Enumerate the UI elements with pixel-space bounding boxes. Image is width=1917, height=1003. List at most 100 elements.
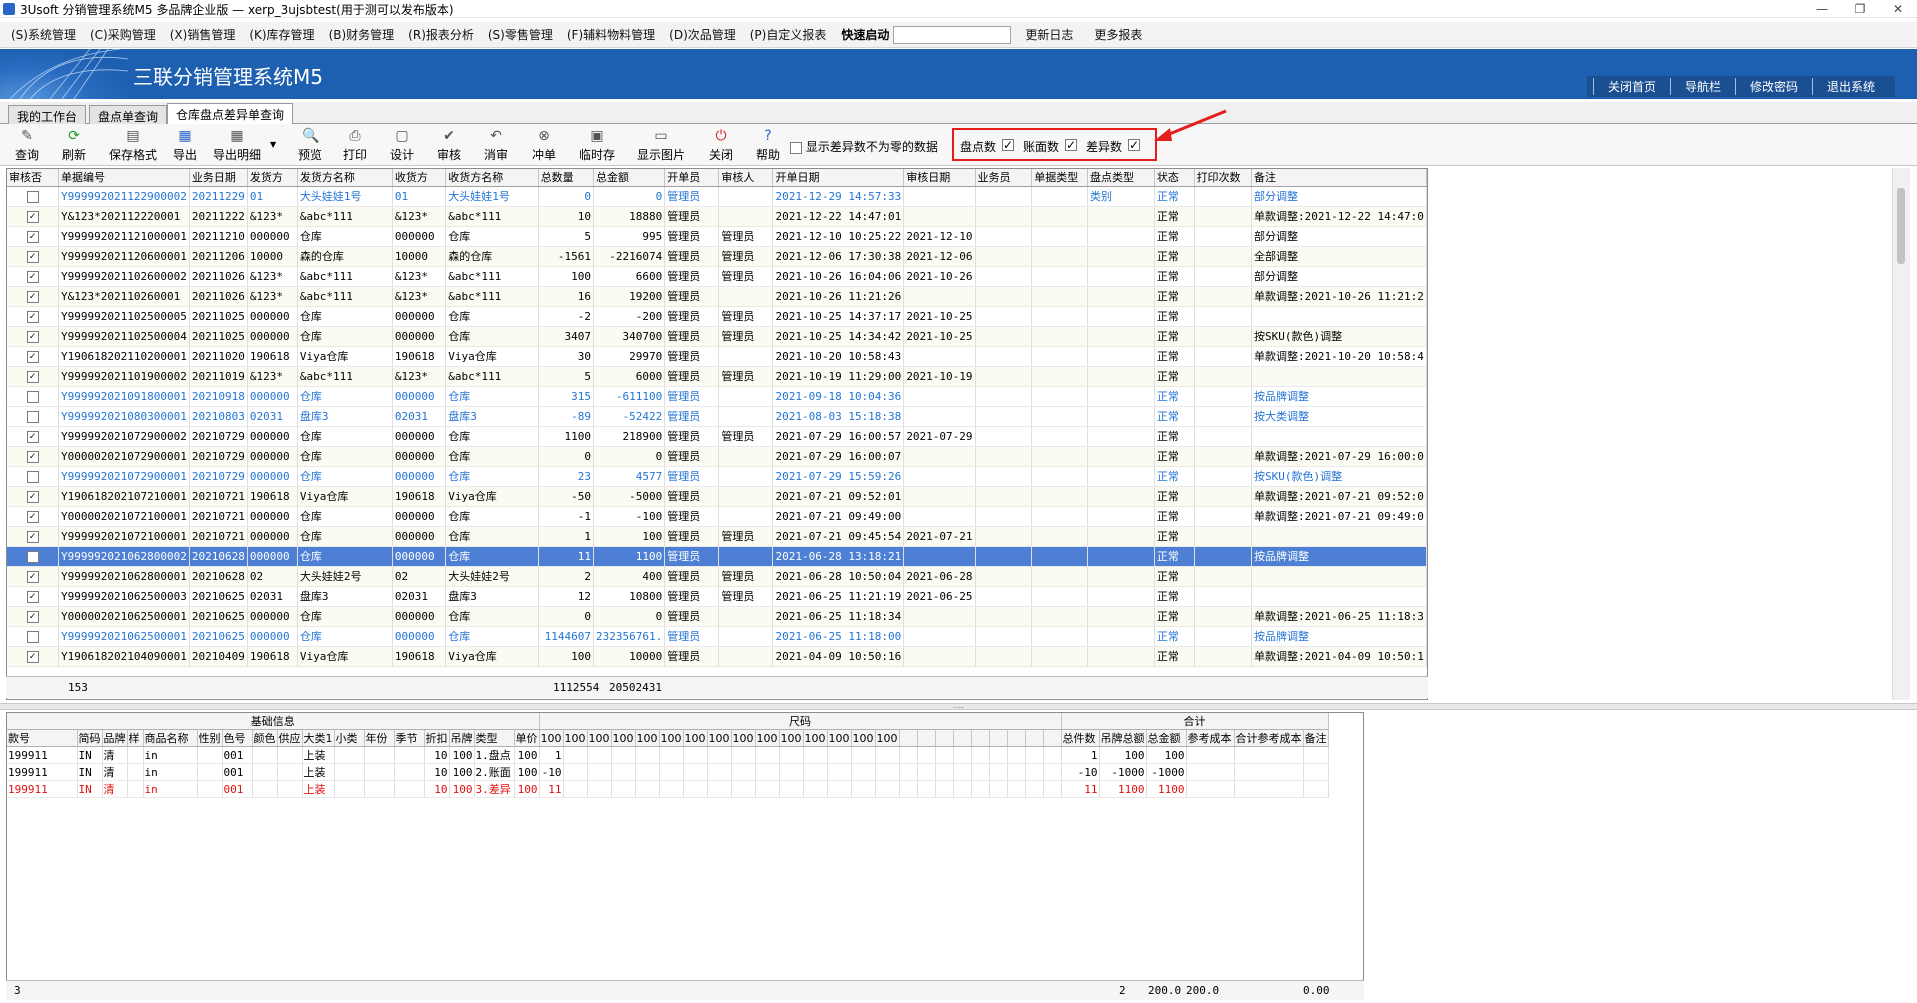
detail-column-header[interactable]: 品牌: [102, 729, 128, 747]
checked-icon[interactable]: ✓: [26, 210, 39, 223]
minimize-button[interactable]: —: [1811, 2, 1833, 16]
table-row[interactable]: ✓ Y&123*202110260001 20211026 &123* &abc*111…: [7, 286, 1427, 307]
column-header[interactable]: 总金额: [593, 169, 666, 187]
detail-column-header[interactable]: 季节: [394, 729, 425, 747]
checked-icon[interactable]: ✓: [26, 590, 39, 603]
size-column-header[interactable]: 100: [731, 729, 756, 747]
change-password-link[interactable]: 修改密码: [1734, 78, 1812, 95]
approved-checkbox-cell[interactable]: ✓: [7, 306, 59, 327]
table-row[interactable]: ✓ Y999992021120600001 20211206 10000 森的仓库 100…: [7, 246, 1427, 267]
total-column-header[interactable]: 备注: [1303, 729, 1329, 747]
table-row[interactable]: Y999992021062800002 20210628 000000 仓库 00000…: [7, 546, 1427, 567]
checked-icon[interactable]: ✓: [26, 370, 39, 383]
column-header[interactable]: 备注: [1251, 169, 1427, 187]
show-image-button[interactable]: ▭ 显示图片: [635, 128, 687, 164]
export-detail-button[interactable]: ▦ 导出明细: [211, 128, 263, 164]
approved-checkbox-cell[interactable]: [7, 466, 59, 487]
approved-checkbox-cell[interactable]: [7, 186, 59, 207]
checked-icon[interactable]: ✓: [26, 350, 39, 363]
table-row[interactable]: Y999992021091800001 20210918 000000 仓库 00000…: [7, 386, 1427, 407]
checked-icon[interactable]: ✓: [26, 570, 39, 583]
table-row[interactable]: ✓ Y999992021101900002 20211019 &123* &abc*11…: [7, 366, 1427, 387]
show-nonzero-checkbox[interactable]: [790, 141, 802, 154]
size-column-header[interactable]: 100: [779, 729, 804, 747]
menu-retail[interactable]: (S)零售管理: [481, 26, 560, 43]
scroll-thumb[interactable]: [1897, 188, 1905, 264]
checked-icon[interactable]: ✓: [26, 230, 39, 243]
design-button[interactable]: ▢ 设计: [387, 128, 417, 164]
total-column-header[interactable]: 总件数: [1061, 729, 1100, 747]
unchecked-icon[interactable]: [26, 390, 39, 403]
size-column-header[interactable]: [899, 729, 918, 747]
checked-icon[interactable]: ✓: [26, 610, 39, 623]
approved-checkbox-cell[interactable]: ✓: [7, 206, 59, 227]
restore-button[interactable]: ❐: [1849, 2, 1871, 16]
detail-column-header[interactable]: 款号: [7, 729, 78, 747]
approved-checkbox-cell[interactable]: ✓: [7, 346, 59, 367]
tab-workbench[interactable]: 我的工作台: [8, 105, 87, 124]
detail-column-header[interactable]: 小类: [334, 729, 365, 747]
menu-finance[interactable]: (B)财务管理: [322, 26, 402, 43]
help-button[interactable]: ? 帮助: [753, 128, 783, 164]
size-column-header[interactable]: [917, 729, 936, 747]
size-column-header[interactable]: [935, 729, 954, 747]
checked-icon[interactable]: ✓: [26, 430, 39, 443]
table-row[interactable]: ✓ Y190618202104090001 20210409 190618 Viya仓库…: [7, 646, 1427, 667]
approved-checkbox-cell[interactable]: ✓: [7, 646, 59, 667]
column-header[interactable]: 打印次数: [1194, 169, 1253, 187]
table-row[interactable]: ✓ Y999992021102500005 20211025 000000 仓库 0000…: [7, 306, 1427, 327]
unchecked-icon[interactable]: [26, 410, 39, 423]
menu-inventory[interactable]: (K)库存管理: [242, 26, 321, 43]
unchecked-icon[interactable]: [26, 630, 39, 643]
print-button[interactable]: ⎙ 打印: [340, 128, 370, 164]
size-column-header[interactable]: [989, 729, 1008, 747]
table-row[interactable]: ✓ Y&123*202112220001 20211222 &123* &abc*111…: [7, 206, 1427, 227]
navbar-link[interactable]: 导航栏: [1669, 78, 1735, 95]
table-row[interactable]: ✓ Y999992021072900002 20210729 000000 仓库 0000…: [7, 426, 1427, 447]
export-dropdown-icon[interactable]: ▼: [270, 140, 276, 149]
table-row[interactable]: ✓ Y000002021072900001 20210729 000000 仓库 0000…: [7, 446, 1427, 467]
column-header[interactable]: 审核否: [7, 169, 59, 187]
checked-icon[interactable]: ✓: [26, 490, 39, 503]
more-reports-link[interactable]: 更多报表: [1087, 26, 1149, 43]
unapprove-button[interactable]: ↶ 消审: [481, 128, 511, 164]
menu-sales[interactable]: (X)销售管理: [163, 26, 243, 43]
detail-column-header[interactable]: 供应: [277, 729, 303, 747]
size-column-header[interactable]: [953, 729, 972, 747]
show-nonzero-option[interactable]: 显示差异数不为零的数据: [790, 138, 938, 155]
table-row[interactable]: ✓ Y190618202110200001 20211020 190618 Viya仓库…: [7, 346, 1427, 367]
detail-column-header[interactable]: 年份: [364, 729, 395, 747]
update-log-link[interactable]: 更新日志: [1011, 26, 1087, 43]
detail-column-header[interactable]: 单价: [514, 729, 540, 747]
panel-splitter[interactable]: ....: [0, 702, 1917, 711]
column-header[interactable]: 开单员: [664, 169, 720, 187]
approve-button[interactable]: ✔ 审核: [434, 128, 464, 164]
column-header[interactable]: 业务日期: [189, 169, 248, 187]
size-column-header[interactable]: 100: [683, 729, 708, 747]
checked-icon[interactable]: ✓: [26, 310, 39, 323]
checked-icon[interactable]: ✓: [26, 510, 39, 523]
column-header[interactable]: 单据编号: [58, 169, 190, 187]
menu-defects[interactable]: (D)次品管理: [662, 26, 743, 43]
approved-checkbox-cell[interactable]: ✓: [7, 486, 59, 507]
query-button[interactable]: ✎ 查询: [12, 128, 42, 164]
size-column-header[interactable]: 100: [563, 729, 588, 747]
size-column-header[interactable]: 100: [827, 729, 852, 747]
detail-row[interactable]: 199911 IN 清 in 001 上装 10 100 3.差异 100 11 11 1100 1100: [7, 780, 1329, 798]
approved-checkbox-cell[interactable]: ✓: [7, 526, 59, 547]
approved-checkbox-cell[interactable]: ✓: [7, 606, 59, 627]
close-window-button[interactable]: ✕: [1887, 2, 1909, 16]
column-header[interactable]: 审核日期: [903, 169, 976, 187]
detail-column-header[interactable]: 性别: [197, 729, 223, 747]
menu-materials[interactable]: (F)辅料物料管理: [560, 26, 662, 43]
approved-checkbox-cell[interactable]: ✓: [7, 426, 59, 447]
exit-system-link[interactable]: 退出系统: [1811, 78, 1889, 95]
opt-book-checkbox[interactable]: ✓: [1065, 139, 1077, 151]
detail-column-header[interactable]: 类型: [474, 729, 515, 747]
table-row[interactable]: ✓ Y999992021121000001 20211210 000000 仓库 0000…: [7, 226, 1427, 247]
table-row[interactable]: ✓ Y000002021062500001 20210625 000000 仓库 0000…: [7, 606, 1427, 627]
table-row[interactable]: ✓ Y190618202107210001 20210721 190618 Viya仓库…: [7, 486, 1427, 507]
export-button[interactable]: ▦ 导出: [170, 128, 200, 164]
column-header[interactable]: 开单日期: [772, 169, 905, 187]
approved-checkbox-cell[interactable]: ✓: [7, 286, 59, 307]
